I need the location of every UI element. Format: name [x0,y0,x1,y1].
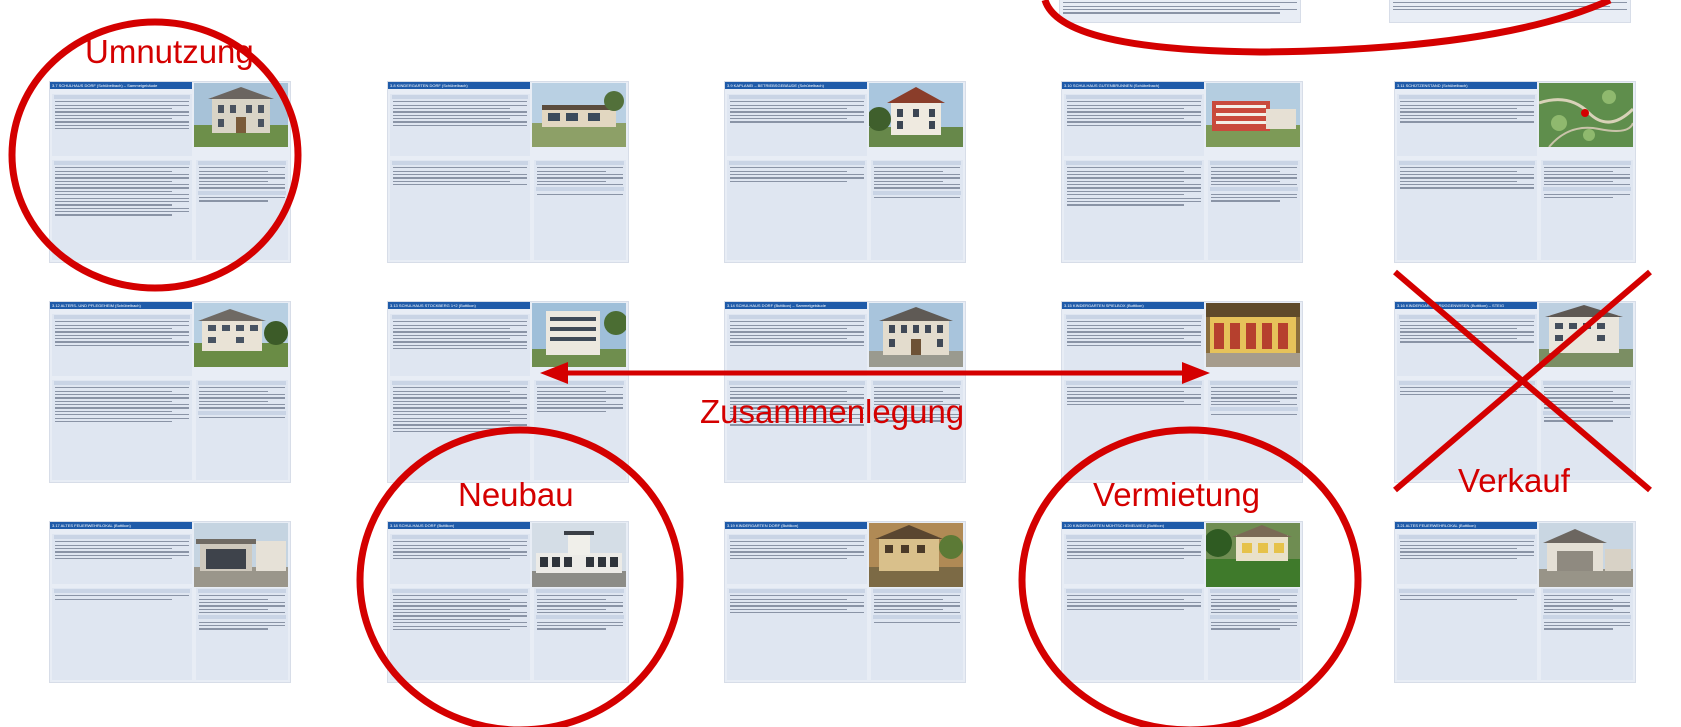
card-title: 3.15 KINDERGARTEN SPIELBOX (Buttikon) [1062,302,1204,309]
building-photo [1206,523,1300,587]
label-zusammenlegung: Zusammenlegung [700,393,965,430]
property-card: 3.15 KINDERGARTEN SPIELBOX (Buttikon) [1062,302,1302,482]
building-photo [532,303,626,367]
label-vermietung: Vermietung [1093,476,1260,513]
card-title: 3.9 KAPLANEI – BETRIEBSGEBÄUDE (Schübelb… [725,82,867,89]
building-photo [532,83,626,147]
label-umnutzung: Umnutzung [85,33,254,70]
card-title: 3.14 SCHULHAUS DORF (Buttikon) – Sammelg… [725,302,867,309]
card-title: 3.19 KINDERGARTEN DORF (Buttikon) [725,522,867,529]
property-card: 3.21 ALTES FEUERWEHRLOKAL (Buttikon) [1395,522,1635,682]
label-neubau: Neubau [458,476,574,513]
card-title: 3.7 SCHULHAUS DORF (Schübelbach) – Samme… [50,82,192,89]
property-card: 3.17 ALTES FEUERWEHRLOKAL (Buttikon) [50,522,290,682]
building-photo [869,303,963,367]
map-photo [1539,83,1633,147]
building-photo [194,523,288,587]
property-card: 3.8 KINDERGARTEN DORF (Schübelbach) [388,82,628,262]
property-card: 3.12 ALTERS- UND PFLEGEHEIM (Schübelbach… [50,302,290,482]
property-card: 3.11 SCHÜTZENSTAND (Schübelbach) [1395,82,1635,262]
card-title: 3.17 ALTES FEUERWEHRLOKAL (Buttikon) [50,522,192,529]
building-photo [1539,523,1633,587]
property-card: 3.9 KAPLANEI – BETRIEBSGEBÄUDE (Schübelb… [725,82,965,262]
building-photo [1206,83,1300,147]
property-card: 3.7 SCHULHAUS DORF (Schübelbach) – Samme… [50,82,290,262]
card-title: 3.16 KINDERGARTEN RÜGGENWISEN (Buttikon)… [1395,302,1537,309]
card-title: 3.10 SCHULHAUS GUTENBRUNNEN (Schübelbach… [1062,82,1204,89]
property-card: 3.16 KINDERGARTEN RÜGGENWISEN (Buttikon)… [1395,302,1635,482]
building-photo [1539,303,1633,367]
building-photo [532,523,626,587]
slide-canvas: 3.7 SCHULHAUS DORF (Schübelbach) – Samme… [0,0,1681,727]
building-photo [869,523,963,587]
building-photo [869,83,963,147]
card-title: 3.13 SCHULHAUS STOCKBERG 1+2 (Buttikon) [388,302,530,309]
card-title: 3.20 KINDERGARTEN MÜHTSCHEMELWEG (Buttik… [1062,522,1204,529]
card-title: 3.11 SCHÜTZENSTAND (Schübelbach) [1395,82,1537,89]
building-photo [194,303,288,367]
card-title: 3.8 KINDERGARTEN DORF (Schübelbach) [388,82,530,89]
label-verkauf: Verkauf [1458,462,1570,499]
property-card: 3.13 SCHULHAUS STOCKBERG 1+2 (Buttikon) [388,302,628,482]
card-title: 3.18 SCHULHAUS DORF (Buttikon) [388,522,530,529]
property-card-partial-2 [1390,0,1630,22]
property-card: 3.18 SCHULHAUS DORF (Buttikon) [388,522,628,682]
property-card-partial-1 [1060,0,1300,22]
building-photo [1206,303,1300,367]
property-card: 3.14 SCHULHAUS DORF (Buttikon) – Sammelg… [725,302,965,482]
property-card: 3.19 KINDERGARTEN DORF (Buttikon) [725,522,965,682]
card-title: 3.21 ALTES FEUERWEHRLOKAL (Buttikon) [1395,522,1537,529]
building-photo [194,83,288,147]
card-title: 3.12 ALTERS- UND PFLEGEHEIM (Schübelbach… [50,302,192,309]
property-card: 3.20 KINDERGARTEN MÜHTSCHEMELWEG (Buttik… [1062,522,1302,682]
property-card: 3.10 SCHULHAUS GUTENBRUNNEN (Schübelbach… [1062,82,1302,262]
